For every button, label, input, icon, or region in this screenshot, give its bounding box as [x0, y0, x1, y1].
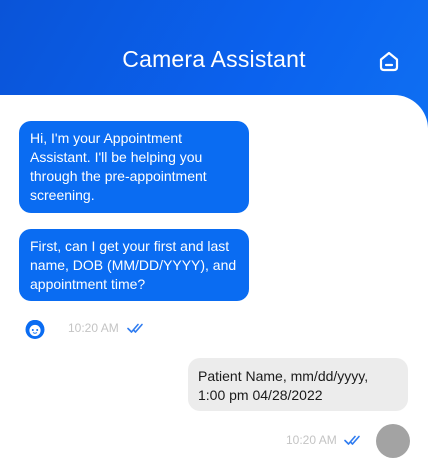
home-button[interactable]: [374, 46, 404, 76]
message-timestamp: 10:20 AM: [286, 433, 337, 447]
message-timestamp: 10:20 AM: [68, 321, 119, 335]
double-check-icon: [127, 323, 143, 333]
page-title: Camera Assistant: [122, 46, 306, 72]
double-check-icon: [344, 435, 360, 445]
user-avatar: [376, 424, 410, 458]
bot-message-bubble: First, can I get your first and last nam…: [19, 229, 249, 301]
user-message-bubble: Patient Name, mm/dd/yyyy, 1:00 pm 04/28/…: [188, 358, 408, 411]
assistant-avatar-icon: [25, 319, 45, 339]
bot-message-bubble: Hi, I'm your Appointment Assistant. I'll…: [19, 121, 249, 213]
home-icon: [379, 51, 399, 72]
